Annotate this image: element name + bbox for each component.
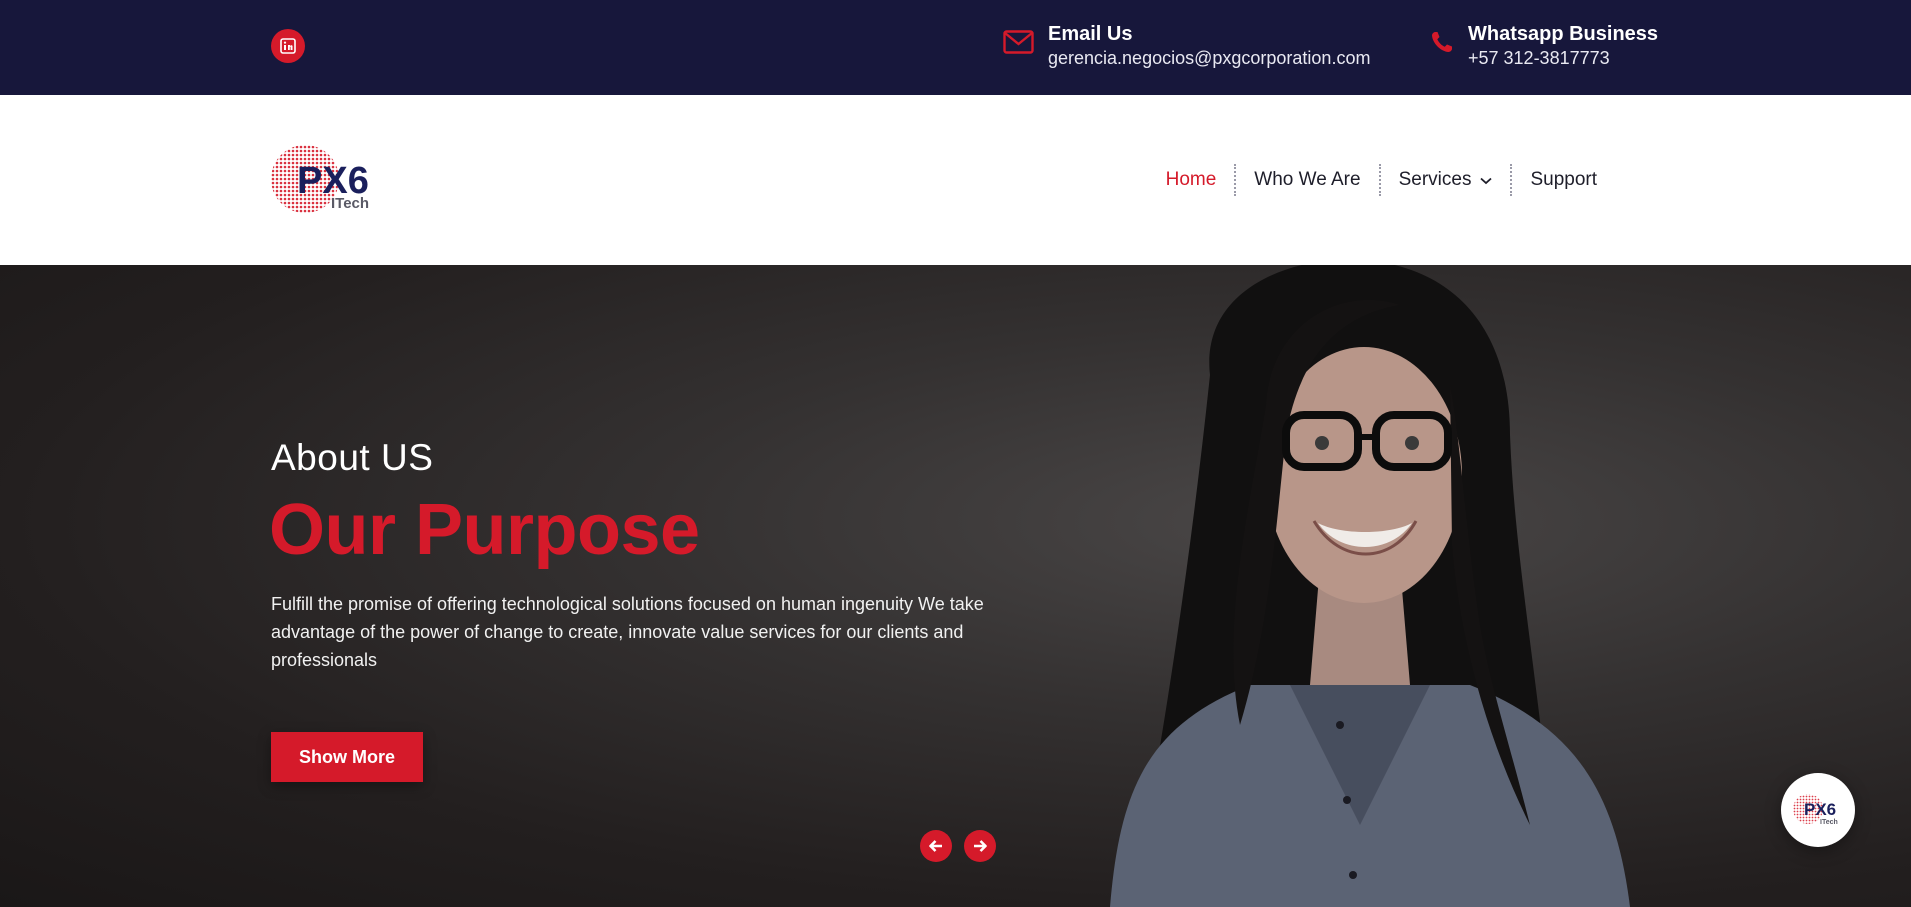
hero-portrait-image (1110, 265, 1630, 907)
hero-section: About US Our Purpose Fulfill the promise… (0, 265, 1911, 907)
hero-description: Fulfill the promise of offering technolo… (271, 594, 984, 670)
show-more-button[interactable]: Show More (271, 732, 423, 782)
envelope-icon (1003, 30, 1034, 54)
arrow-left-icon (929, 840, 942, 852)
slider-next-button[interactable] (964, 830, 996, 862)
nav-who-we-are[interactable]: Who We Are (1234, 164, 1378, 196)
arrow-right-icon (974, 840, 987, 852)
whatsapp-number[interactable]: +57 312-3817773 (1468, 46, 1658, 70)
phone-icon (1432, 32, 1452, 52)
top-bar: Email Us gerencia.negocios@pxgcorporatio… (0, 0, 1911, 95)
nav-support-label: Support (1530, 169, 1597, 190)
nav-support[interactable]: Support (1510, 164, 1615, 196)
floating-logo-subtext: ITech (1820, 819, 1838, 826)
linkedin-button[interactable] (271, 29, 305, 63)
company-logo[interactable]: PX6 ITech (271, 141, 379, 217)
whatsapp-title: Whatsapp Business (1468, 23, 1659, 45)
linkedin-icon (280, 38, 296, 54)
email-contact[interactable]: Email Us gerencia.negocios@pxgcorporatio… (1003, 22, 1370, 70)
floating-logo-icon: PX6 ITech (1793, 794, 1838, 826)
nav-services[interactable]: Services (1378, 164, 1511, 196)
email-title: Email Us (1048, 23, 1133, 45)
main-nav: Home Who We Are Services Support (1148, 164, 1615, 196)
slider-prev-button[interactable] (920, 830, 952, 862)
chevron-down-icon (1480, 177, 1493, 185)
nav-services-label: Services (1398, 169, 1472, 190)
nav-home-label: Home (1165, 169, 1217, 190)
hero-kicker: About US (271, 437, 434, 478)
logo-subtext: ITech (331, 195, 369, 212)
floating-logo-text: PX6 (1804, 800, 1836, 819)
floating-chat-button[interactable]: PX6 ITech (1781, 773, 1855, 847)
hero-headline: Our Purpose (269, 490, 700, 570)
site-header: PX6 ITech Home Who We Are Services Suppo… (0, 95, 1911, 265)
email-address[interactable]: gerencia.negocios@pxgcorporation.com (1048, 46, 1370, 70)
nav-who-we-are-label: Who We Are (1254, 169, 1361, 190)
nav-home[interactable]: Home (1148, 164, 1235, 196)
whatsapp-contact[interactable]: Whatsapp Business +57 312-3817773 (1430, 22, 1658, 70)
